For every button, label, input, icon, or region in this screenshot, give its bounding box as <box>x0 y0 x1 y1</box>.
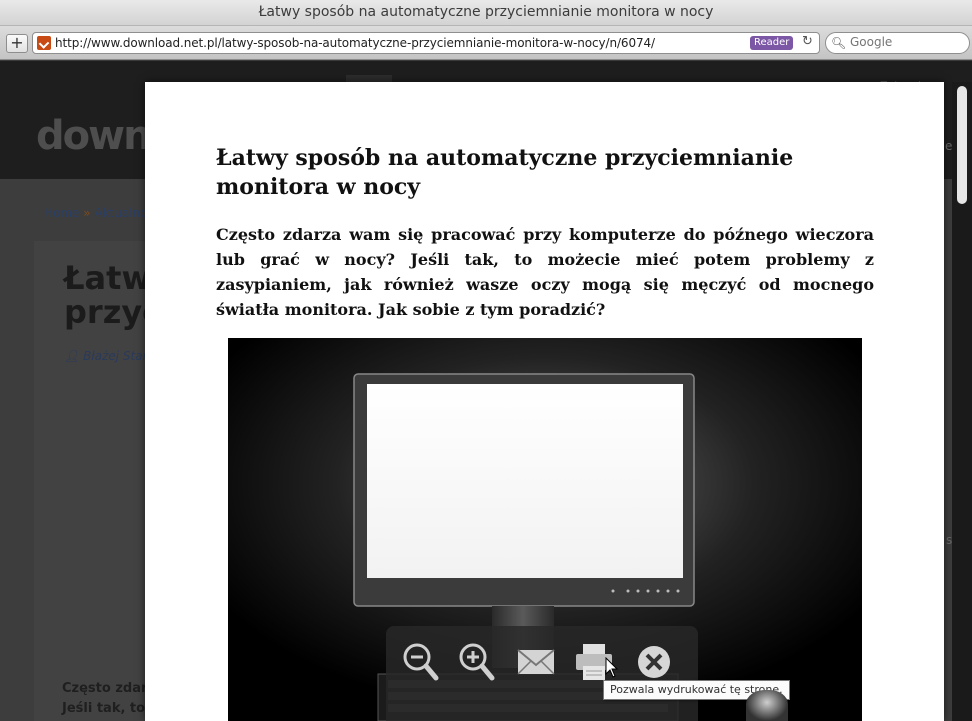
site-intro-line: Często zdar <box>62 681 148 696</box>
search-bar[interactable]: 🔍︎ <box>825 32 970 54</box>
zoom-in-icon[interactable] <box>456 640 500 684</box>
article-lead: Często zdarza wam się pracować przy komp… <box>216 225 874 319</box>
search-icon[interactable]: 🔍︎ <box>831 36 846 50</box>
reader-scrollbar[interactable] <box>952 82 972 721</box>
reader-controls <box>386 626 698 721</box>
zoom-out-icon[interactable] <box>400 640 444 684</box>
site-favicon-icon <box>37 36 51 50</box>
reader-button[interactable]: Reader <box>750 36 794 50</box>
browser-toolbar: + http://www.download.net.pl/latwy-sposo… <box>0 26 972 60</box>
window-title: Łatwy sposób na automatyczne przyciemnia… <box>0 0 972 26</box>
user-icon: 👤︎ <box>64 349 84 363</box>
breadcrumb-separator: » <box>83 206 91 220</box>
article-title: Łatwy sposób na automatyczne przyciemnia… <box>216 145 794 200</box>
site-author-name: Błażej Starc <box>83 349 155 363</box>
breadcrumb: Home » Aktualnoś <box>44 206 154 220</box>
url-text[interactable]: http://www.download.net.pl/latwy-sposob-… <box>55 36 655 50</box>
scrollbar-thumb[interactable] <box>957 86 967 204</box>
close-icon[interactable] <box>632 640 676 684</box>
site-intro-line: Jeśli tak, to <box>62 701 146 716</box>
site-intro: Często zdar Jeśli tak, to <box>62 679 147 719</box>
mouse-cursor-icon <box>605 657 619 678</box>
add-tab-button[interactable]: + <box>6 34 28 53</box>
site-logo: downl <box>36 113 163 159</box>
address-bar[interactable]: http://www.download.net.pl/latwy-sposob-… <box>32 32 820 54</box>
search-input[interactable] <box>850 35 965 49</box>
site-decoration <box>746 690 788 721</box>
reload-icon[interactable]: ↻ <box>802 35 816 49</box>
mail-icon[interactable] <box>514 640 558 684</box>
site-author: 👤︎ Błażej Starc <box>64 349 154 363</box>
breadcrumb-home: Home <box>44 206 80 220</box>
